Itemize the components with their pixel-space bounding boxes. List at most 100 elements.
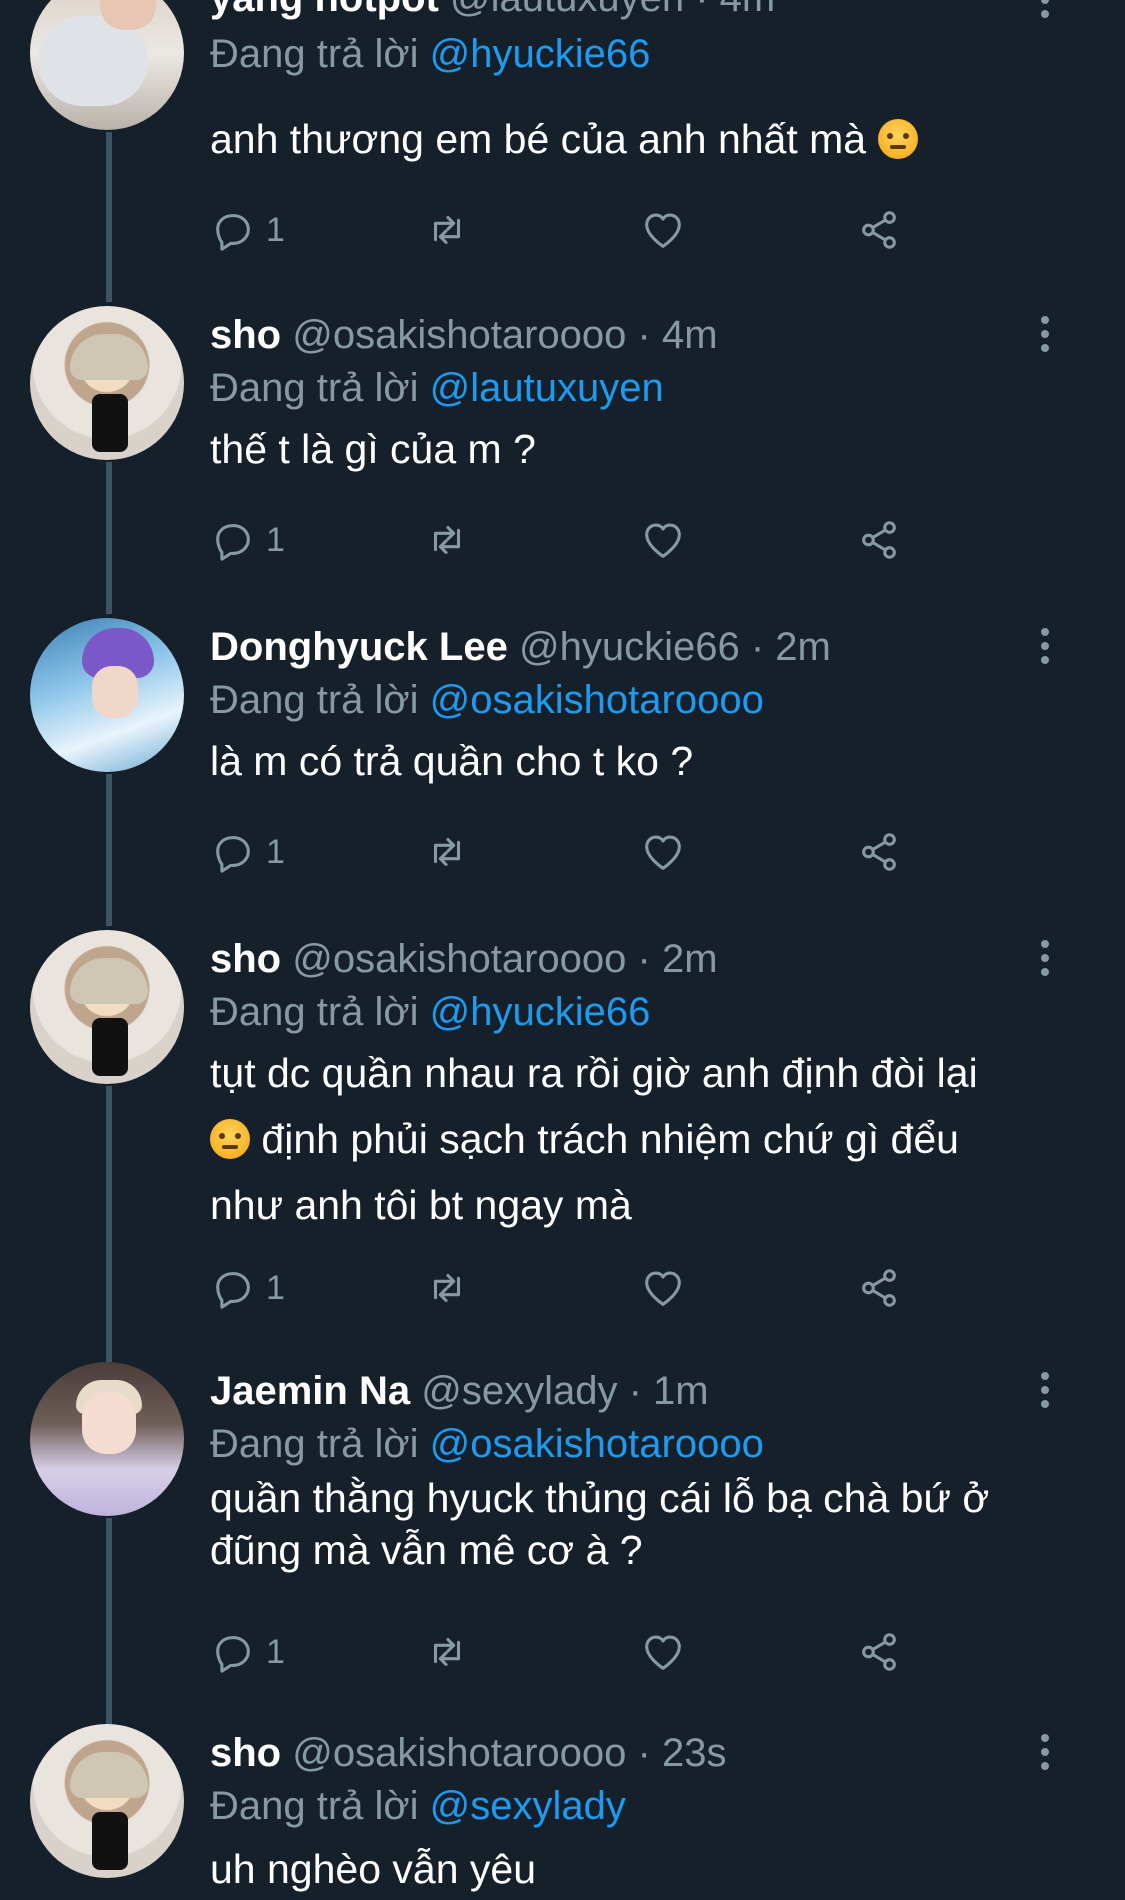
reply-count: 1: [266, 832, 285, 871]
timestamp[interactable]: 4m: [662, 313, 718, 357]
tweet-text: quần thằng hyuck thủng cái lỗ bạ chà bứ …: [210, 1475, 990, 1573]
reply-mention[interactable]: @hyuckie66: [430, 32, 651, 76]
separator: ·: [750, 625, 765, 669]
display-name[interactable]: yang hotpot: [210, 0, 439, 20]
retweet-icon: [424, 517, 470, 563]
user-handle[interactable]: @osakishotaroooo: [292, 313, 626, 357]
reply-mention[interactable]: @lautuxuyen: [430, 366, 664, 410]
tweet-header: sho @osakishotaroooo · 23s: [210, 1729, 726, 1777]
like-button[interactable]: [640, 1260, 686, 1316]
separator: ·: [637, 937, 651, 981]
display-name[interactable]: sho: [210, 313, 281, 357]
replying-to: Đang trả lời @hyuckie66: [210, 30, 650, 78]
retweet-button[interactable]: [424, 512, 470, 568]
avatar[interactable]: [30, 930, 184, 1084]
more-vertical-icon[interactable]: [1040, 1734, 1050, 1770]
timestamp[interactable]: 4m: [720, 0, 776, 20]
separator: ·: [637, 313, 651, 357]
reply-button[interactable]: 1: [210, 1260, 285, 1316]
display-name[interactable]: Donghyuck Lee: [210, 625, 508, 669]
like-button[interactable]: [640, 512, 686, 568]
avatar[interactable]: [30, 1362, 184, 1516]
reply-thread: yang hotpot @lautuxuyen · 4m Đang trả lờ…: [0, 0, 1125, 1900]
retweet-button[interactable]: [424, 202, 470, 258]
user-handle[interactable]: @hyuckie66: [519, 625, 740, 669]
more-vertical-icon[interactable]: [1040, 316, 1050, 352]
tweet[interactable]: Jaemin Na @sexylady · 1m Đang trả lời @o…: [0, 1362, 1125, 1724]
tweet-actions: 1: [210, 1260, 870, 1316]
replying-to-label: Đang trả lời: [210, 366, 419, 410]
replying-to-label: Đang trả lời: [210, 990, 419, 1034]
separator: ·: [628, 1369, 642, 1413]
separator: ·: [695, 0, 708, 20]
reply-mention[interactable]: @osakishotaroooo: [430, 678, 764, 722]
tweet-actions: 1: [210, 824, 870, 880]
timestamp[interactable]: 1m: [653, 1369, 709, 1413]
reply-mention[interactable]: @osakishotaroooo: [430, 1422, 764, 1466]
reply-count: 1: [266, 520, 285, 559]
share-button[interactable]: [856, 1624, 902, 1680]
user-handle[interactable]: @osakishotaroooo: [292, 1731, 626, 1775]
smirking-face-icon: [210, 1119, 250, 1159]
share-icon: [856, 1629, 902, 1675]
user-handle[interactable]: @lautuxuyen: [450, 0, 684, 20]
tweet-actions: 1: [210, 202, 870, 258]
user-handle[interactable]: @osakishotaroooo: [292, 937, 626, 981]
share-icon: [856, 517, 902, 563]
retweet-button[interactable]: [424, 1624, 470, 1680]
display-name[interactable]: sho: [210, 937, 281, 981]
tweet-header: sho @osakishotaroooo · 2m: [210, 935, 718, 983]
like-button[interactable]: [640, 202, 686, 258]
tweet[interactable]: sho @osakishotaroooo · 23s Đang trả lời …: [0, 1724, 1125, 1900]
more-vertical-icon[interactable]: [1040, 940, 1050, 976]
avatar[interactable]: [30, 0, 184, 130]
reply-button[interactable]: 1: [210, 1624, 285, 1680]
retweet-button[interactable]: [424, 824, 470, 880]
more-vertical-icon[interactable]: [1040, 0, 1050, 18]
replying-to: Đang trả lời @lautuxuyen: [210, 364, 664, 412]
tweet-header: sho @osakishotaroooo · 4m: [210, 311, 718, 359]
share-button[interactable]: [856, 1260, 902, 1316]
timestamp[interactable]: 2m: [775, 625, 831, 669]
share-button[interactable]: [856, 824, 902, 880]
share-icon: [856, 829, 902, 875]
reply-mention[interactable]: @sexylady: [430, 1784, 626, 1828]
avatar[interactable]: [30, 306, 184, 460]
tweet-text: tụt dc quần nhau ra rồi giờ anh định đòi…: [210, 1050, 978, 1228]
like-button[interactable]: [640, 1624, 686, 1680]
reply-count: 1: [266, 1268, 285, 1307]
reply-button[interactable]: 1: [210, 512, 285, 568]
reply-icon: [210, 1265, 256, 1311]
tweet[interactable]: sho @osakishotaroooo · 2m Đang trả lời @…: [0, 930, 1125, 1362]
display-name[interactable]: Jaemin Na: [210, 1369, 410, 1413]
timestamp[interactable]: 23s: [662, 1731, 727, 1775]
reply-icon: [210, 829, 256, 875]
retweet-icon: [424, 1265, 470, 1311]
heart-icon: [640, 207, 686, 253]
like-button[interactable]: [640, 824, 686, 880]
more-vertical-icon[interactable]: [1040, 1372, 1050, 1408]
share-button[interactable]: [856, 202, 902, 258]
avatar[interactable]: [30, 1724, 184, 1878]
reply-button[interactable]: 1: [210, 824, 285, 880]
tweet[interactable]: Donghyuck Lee @hyuckie66 · 2m Đang trả l…: [0, 618, 1125, 930]
reply-button[interactable]: 1: [210, 202, 285, 258]
retweet-button[interactable]: [424, 1260, 470, 1316]
timestamp[interactable]: 2m: [662, 937, 718, 981]
tweet[interactable]: sho @osakishotaroooo · 4m Đang trả lời @…: [0, 306, 1125, 618]
replying-to: Đang trả lời @hyuckie66: [210, 988, 650, 1036]
retweet-icon: [424, 207, 470, 253]
tweet-actions: 1: [210, 1624, 870, 1680]
heart-icon: [640, 1265, 686, 1311]
reply-count: 1: [266, 1632, 285, 1671]
user-handle[interactable]: @sexylady: [421, 1369, 617, 1413]
tweet-text: thế t là gì của m ?: [210, 426, 536, 472]
reply-icon: [210, 1629, 256, 1675]
reply-mention[interactable]: @hyuckie66: [430, 990, 651, 1034]
tweet[interactable]: yang hotpot @lautuxuyen · 4m Đang trả lờ…: [0, 0, 1125, 300]
display-name[interactable]: sho: [210, 1731, 281, 1775]
avatar[interactable]: [30, 618, 184, 772]
more-vertical-icon[interactable]: [1040, 628, 1050, 664]
tweet-header: Jaemin Na @sexylady · 1m: [210, 1367, 709, 1415]
share-button[interactable]: [856, 512, 902, 568]
